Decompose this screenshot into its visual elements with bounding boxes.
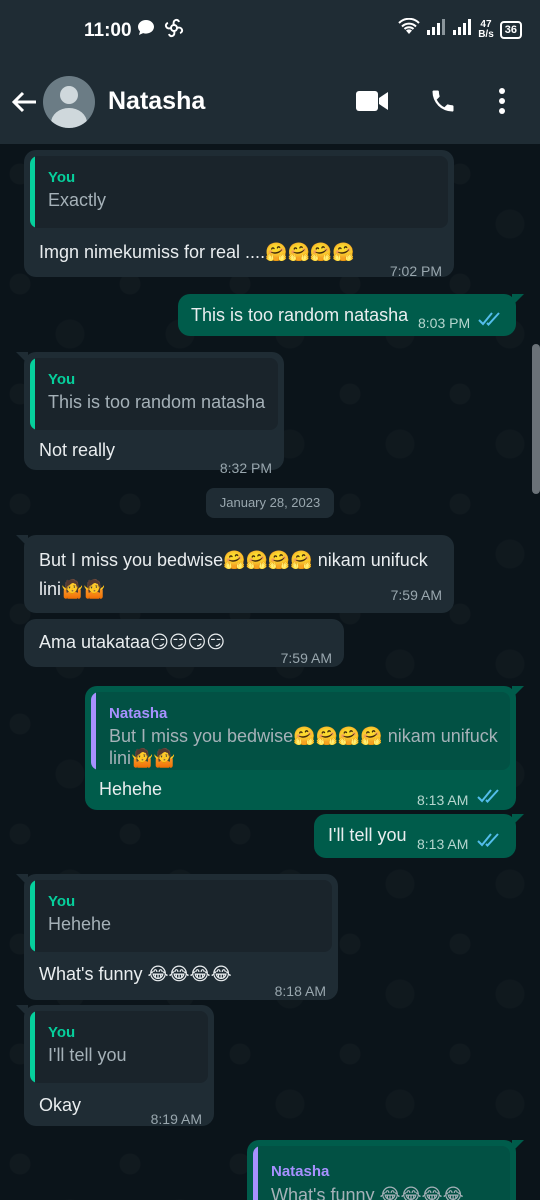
message-bubble[interactable]: Natasha But I miss you bedwise🤗🤗🤗🤗 nikam… bbox=[85, 686, 524, 810]
message-bubble[interactable]: You Exactly Imgn nimekumiss for real ...… bbox=[24, 150, 454, 279]
chat-header: Natasha bbox=[0, 60, 540, 144]
video-call-icon[interactable] bbox=[356, 90, 388, 117]
quoted-message[interactable]: You Hehehe bbox=[30, 880, 332, 952]
message-time: 8:32 PM bbox=[219, 460, 272, 476]
message-time: 8:18 AM bbox=[274, 983, 326, 999]
message-time: 7:02 PM bbox=[389, 263, 442, 279]
message-bubble[interactable]: This is too random natasha 8:03 PM bbox=[178, 294, 524, 336]
message-time: 7:59 AM bbox=[390, 587, 442, 603]
network-speed-unit: B/s bbox=[478, 29, 494, 40]
quote-author: You bbox=[48, 1024, 76, 1041]
chat-notification-icon bbox=[136, 18, 156, 44]
read-receipt-icon bbox=[477, 831, 501, 854]
message-text: This is too random natasha bbox=[191, 305, 409, 325]
quote-text: This is too random natasha bbox=[48, 392, 266, 412]
message-text: Not really bbox=[39, 440, 116, 460]
message-text: Ama utakataa😏😏😏😏 bbox=[39, 632, 226, 652]
signal-icon-1 bbox=[426, 18, 446, 42]
quoted-message[interactable]: You This is too random natasha bbox=[30, 358, 278, 430]
quoted-message[interactable]: You Exactly bbox=[30, 156, 448, 228]
message-text: Imgn nimekumiss for real ....🤗🤗🤗🤗 bbox=[39, 242, 355, 262]
quote-author: Natasha bbox=[109, 705, 168, 722]
battery-indicator: 36 bbox=[499, 21, 522, 39]
chat-area[interactable]: You Exactly Imgn nimekumiss for real ...… bbox=[0, 144, 540, 1200]
quote-author: Natasha bbox=[271, 1163, 330, 1180]
message-text-line-1: But I miss you bedwise🤗🤗🤗🤗 nikam unifuck bbox=[39, 550, 428, 570]
read-receipt-icon bbox=[478, 310, 502, 333]
message-bubble[interactable]: You Hehehe What's funny 😂😂😂😂 8:18 AM bbox=[16, 874, 338, 1000]
quote-text-line-1: But I miss you bedwise🤗🤗🤗🤗 nikam unifuck bbox=[109, 726, 498, 746]
message-text: What's funny 😂😂😂😂 bbox=[39, 964, 232, 984]
message-time: 7:59 AM bbox=[280, 650, 332, 666]
avatar[interactable] bbox=[43, 76, 95, 128]
contact-name[interactable]: Natasha bbox=[108, 87, 205, 116]
date-separator: January 28, 2023 bbox=[206, 488, 334, 518]
quote-text: Exactly bbox=[48, 190, 107, 210]
message-bubble[interactable]: But I miss you bedwise🤗🤗🤗🤗 nikam unifuck… bbox=[16, 535, 454, 613]
message-text: Okay bbox=[39, 1095, 82, 1115]
quote-author: You bbox=[48, 893, 76, 910]
quoted-message[interactable]: Natasha But I miss you bedwise🤗🤗🤗🤗 nikam… bbox=[91, 692, 510, 770]
read-receipt-icon bbox=[477, 787, 501, 810]
more-options-icon[interactable] bbox=[498, 86, 506, 121]
back-arrow-icon[interactable] bbox=[10, 88, 38, 121]
quoted-message[interactable]: You I'll tell you bbox=[30, 1011, 208, 1083]
message-bubble[interactable]: You This is too random natasha Not reall… bbox=[16, 352, 284, 476]
message-time: 8:03 PM bbox=[418, 315, 471, 331]
message-bubble[interactable]: Natasha What's funny 😂😂😂😂 bbox=[247, 1140, 524, 1200]
message-bubble[interactable]: Ama utakataa😏😏😏😏 7:59 AM bbox=[24, 619, 344, 667]
message-time: 8:13 AM bbox=[417, 792, 469, 808]
scrollbar[interactable] bbox=[532, 344, 540, 494]
network-speed: 47 B/s bbox=[478, 20, 494, 40]
message-time: 8:13 AM bbox=[417, 836, 469, 852]
quoted-message[interactable]: Natasha What's funny 😂😂😂😂 bbox=[253, 1146, 510, 1200]
quote-text: What's funny 😂😂😂😂 bbox=[271, 1185, 464, 1200]
quote-text: I'll tell you bbox=[48, 1045, 127, 1065]
quote-text-line-2: lini🤷🤷 bbox=[109, 748, 176, 768]
wifi-icon bbox=[398, 17, 420, 42]
status-icons: 47 B/s 36 bbox=[398, 17, 522, 42]
message-time: 8:19 AM bbox=[150, 1111, 202, 1127]
status-time: 11:00 bbox=[84, 20, 132, 41]
quote-author: You bbox=[48, 371, 76, 388]
message-text: Hehehe bbox=[99, 779, 163, 799]
status-bar: 11:00 47 B/s 36 bbox=[0, 0, 540, 60]
signal-icon-2 bbox=[452, 18, 472, 42]
quote-author: You bbox=[48, 169, 76, 186]
quote-text: Hehehe bbox=[48, 914, 112, 934]
message-bubble[interactable]: I'll tell you 8:13 AM bbox=[314, 814, 524, 858]
voice-call-icon[interactable] bbox=[429, 86, 457, 121]
message-bubble[interactable]: You I'll tell you Okay 8:19 AM bbox=[16, 1005, 214, 1127]
message-text-line-2: lini🤷🤷 bbox=[39, 579, 106, 599]
message-text: I'll tell you bbox=[328, 825, 407, 845]
pinwheel-icon bbox=[163, 17, 185, 45]
